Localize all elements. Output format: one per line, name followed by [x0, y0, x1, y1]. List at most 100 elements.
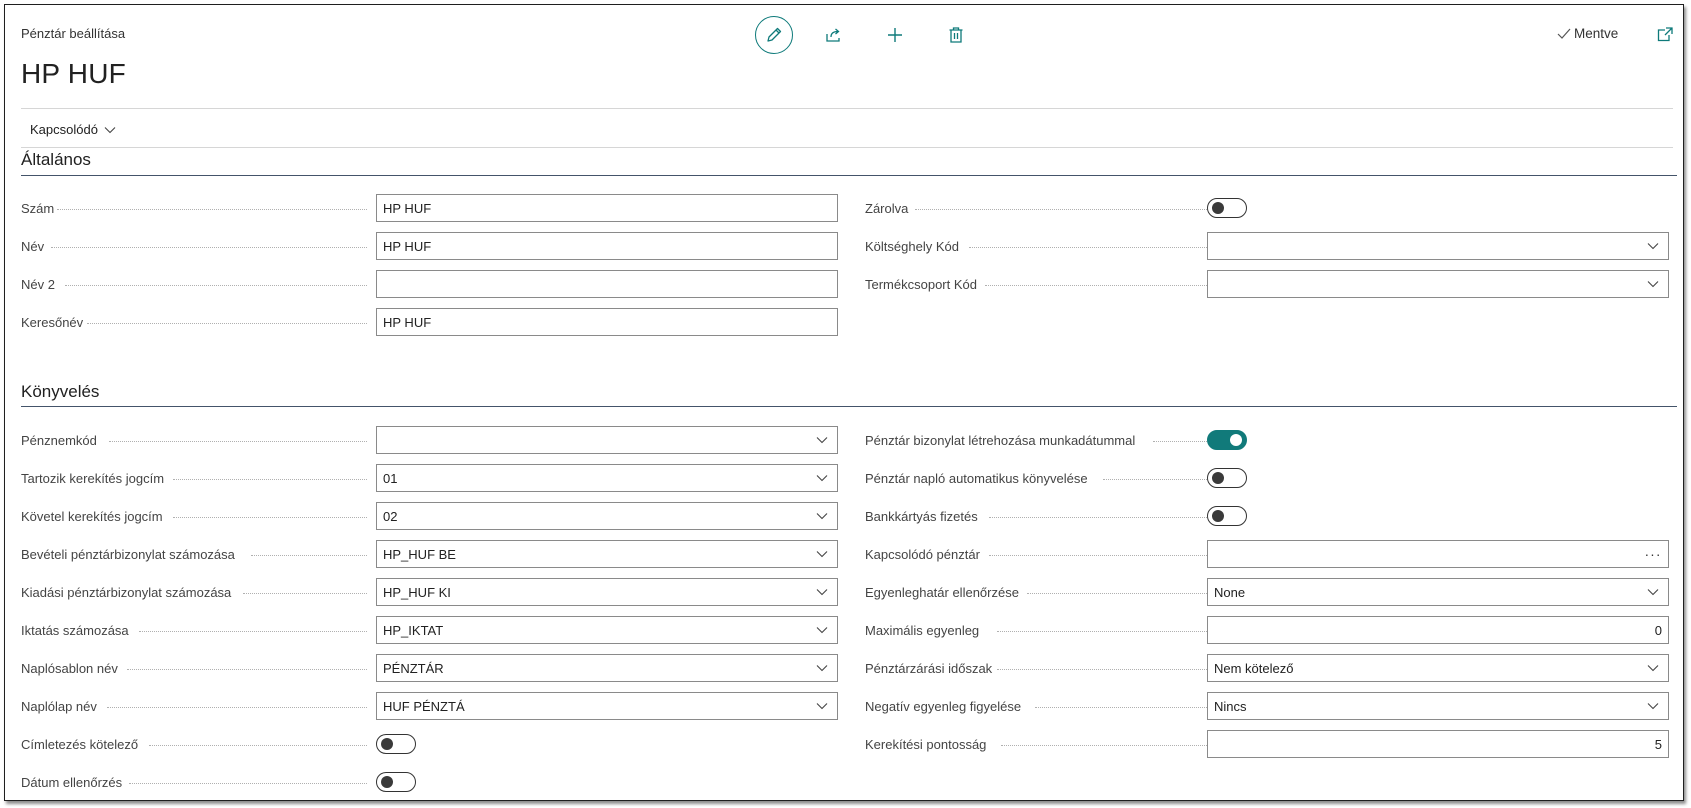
tartozik-select[interactable]: 01: [376, 464, 838, 492]
field-label: Szám: [21, 200, 55, 216]
field-iktatas: Iktatás számozása HP_IKTAT: [21, 616, 838, 644]
field-negativ: Negatív egyenleg figyelése Nincs: [865, 692, 1675, 720]
leader-dots: [57, 209, 367, 210]
termekcsoport-select[interactable]: [1207, 270, 1669, 298]
field-label: Pénztár napló automatikus könyvelése: [865, 470, 1088, 486]
chevron-down-icon: [807, 503, 837, 529]
field-label: Termékcsoport Kód: [865, 276, 977, 292]
leader-dots: [87, 323, 367, 324]
field-value: Nem kötelező: [1214, 660, 1294, 676]
toggle-knob: [381, 776, 393, 788]
nev-input[interactable]: HP HUF: [376, 232, 838, 260]
field-maxegyenleg: Maximális egyenleg 0: [865, 616, 1675, 644]
kerekitesi-input[interactable]: 5: [1207, 730, 1669, 758]
leader-dots: [173, 517, 367, 518]
kapcsolodo-lookup[interactable]: ···: [1207, 540, 1669, 568]
leader-dots: [985, 285, 1207, 286]
field-tartozik: Tartozik kerekítés jogcím 01: [21, 464, 838, 492]
nev2-input[interactable]: [376, 270, 838, 298]
chevron-down-icon: [807, 693, 837, 719]
keresonev-input[interactable]: HP HUF: [376, 308, 838, 336]
field-value: HP HUF: [383, 238, 432, 254]
open-new-window-button[interactable]: [1657, 27, 1673, 45]
toggle-knob: [1230, 434, 1242, 446]
autokonyv-toggle[interactable]: [1207, 468, 1247, 488]
field-label: Bankkártyás fizetés: [865, 508, 978, 524]
edit-button[interactable]: [755, 16, 793, 54]
field-label: Naplólap név: [21, 698, 97, 714]
chevron-down-icon: [1638, 579, 1668, 605]
field-value: HP_HUF KI: [383, 584, 451, 600]
field-label: Bevételi pénztárbizonylat számozása: [21, 546, 235, 562]
field-value: HUF PÉNZTÁ: [383, 698, 465, 714]
leader-dots: [969, 247, 1207, 248]
related-menu[interactable]: Kapcsolódó: [30, 122, 116, 137]
open-in-new-window-icon: [1657, 27, 1673, 42]
bankkartya-toggle[interactable]: [1207, 506, 1247, 526]
szam-input[interactable]: HP HUF: [376, 194, 838, 222]
zarolva-toggle[interactable]: [1207, 198, 1247, 218]
field-label: Negatív egyenleg figyelése: [865, 698, 1022, 714]
munkadatum-toggle[interactable]: [1207, 430, 1247, 450]
naplolap-select[interactable]: HUF PÉNZTÁ: [376, 692, 838, 720]
field-label: Pénztár bizonylat létrehozása munkadátum…: [865, 432, 1136, 448]
field-datum: Dátum ellenőrzés: [21, 768, 831, 796]
field-value: HP_HUF BE: [383, 546, 456, 562]
field-label: Dátum ellenőrzés: [21, 774, 123, 790]
beveteli-select[interactable]: HP_HUF BE: [376, 540, 838, 568]
field-value: HP_IKTAT: [383, 622, 444, 638]
kovetel-select[interactable]: 02: [376, 502, 838, 530]
negativ-select[interactable]: Nincs: [1207, 692, 1669, 720]
page-title: HP HUF: [21, 58, 126, 89]
chevron-down-icon: [807, 579, 837, 605]
page-frame: Pénztár beállítása HP HUF Mentve Kapcsol…: [4, 4, 1684, 801]
cimletezes-toggle[interactable]: [376, 734, 416, 754]
saved-label: Mentve: [1574, 26, 1619, 41]
naplosablon-select[interactable]: PÉNZTÁR: [376, 654, 838, 682]
field-value: HP HUF: [383, 200, 432, 216]
leader-dots: [1001, 745, 1207, 746]
saved-status: Mentve: [1557, 26, 1618, 41]
leader-dots: [173, 479, 367, 480]
header-divider: [21, 108, 1673, 109]
action-toolbar: [755, 15, 999, 55]
toggle-knob: [381, 738, 393, 750]
share-button[interactable]: [816, 17, 852, 53]
field-cimletezes: Címletezés kötelező: [21, 730, 831, 758]
delete-button[interactable]: [938, 17, 974, 53]
ellipsis-icon[interactable]: ···: [1638, 546, 1668, 562]
add-icon: [888, 28, 902, 42]
field-autokonyv: Pénztár napló automatikus könyvelése: [865, 464, 1675, 492]
field-kapcsolodo: Kapcsolódó pénztár ···: [865, 540, 1675, 568]
field-label: Egyenleghatár ellenőrzése: [865, 584, 1019, 600]
koltseghely-select[interactable]: [1207, 232, 1669, 260]
section-divider-posting: [21, 406, 1677, 407]
field-nev: Név HP HUF: [21, 232, 838, 260]
zarasi-select[interactable]: Nem kötelező: [1207, 654, 1669, 682]
egyenleghatar-select[interactable]: None: [1207, 578, 1669, 606]
leader-dots: [1153, 441, 1207, 442]
chevron-down-icon: [807, 541, 837, 567]
iktatas-select[interactable]: HP_IKTAT: [376, 616, 838, 644]
field-label: Iktatás számozása: [21, 622, 129, 638]
field-naplosablon: Naplósablon név PÉNZTÁR: [21, 654, 838, 682]
leader-dots: [1103, 479, 1207, 480]
maxegyenleg-input[interactable]: 0: [1207, 616, 1669, 644]
penznemkod-select[interactable]: [376, 426, 838, 454]
field-label: Követel kerekítés jogcím: [21, 508, 163, 524]
toggle-knob: [1212, 510, 1224, 522]
field-label: Költséghely Kód: [865, 238, 959, 254]
chevron-down-icon: [807, 427, 837, 453]
datum-toggle[interactable]: [376, 772, 416, 792]
field-beveteli: Bevételi pénztárbizonylat számozása HP_H…: [21, 540, 838, 568]
leader-dots: [1027, 593, 1207, 594]
field-label: Név: [21, 238, 45, 254]
field-label: Címletezés kötelező: [21, 736, 139, 752]
new-button[interactable]: [877, 17, 913, 53]
leader-dots: [1035, 707, 1207, 708]
field-value: Nincs: [1214, 698, 1247, 714]
field-value: 0: [1654, 622, 1662, 638]
kiadasi-select[interactable]: HP_HUF KI: [376, 578, 838, 606]
field-value: PÉNZTÁR: [383, 660, 444, 676]
actions-divider: [21, 147, 1673, 148]
